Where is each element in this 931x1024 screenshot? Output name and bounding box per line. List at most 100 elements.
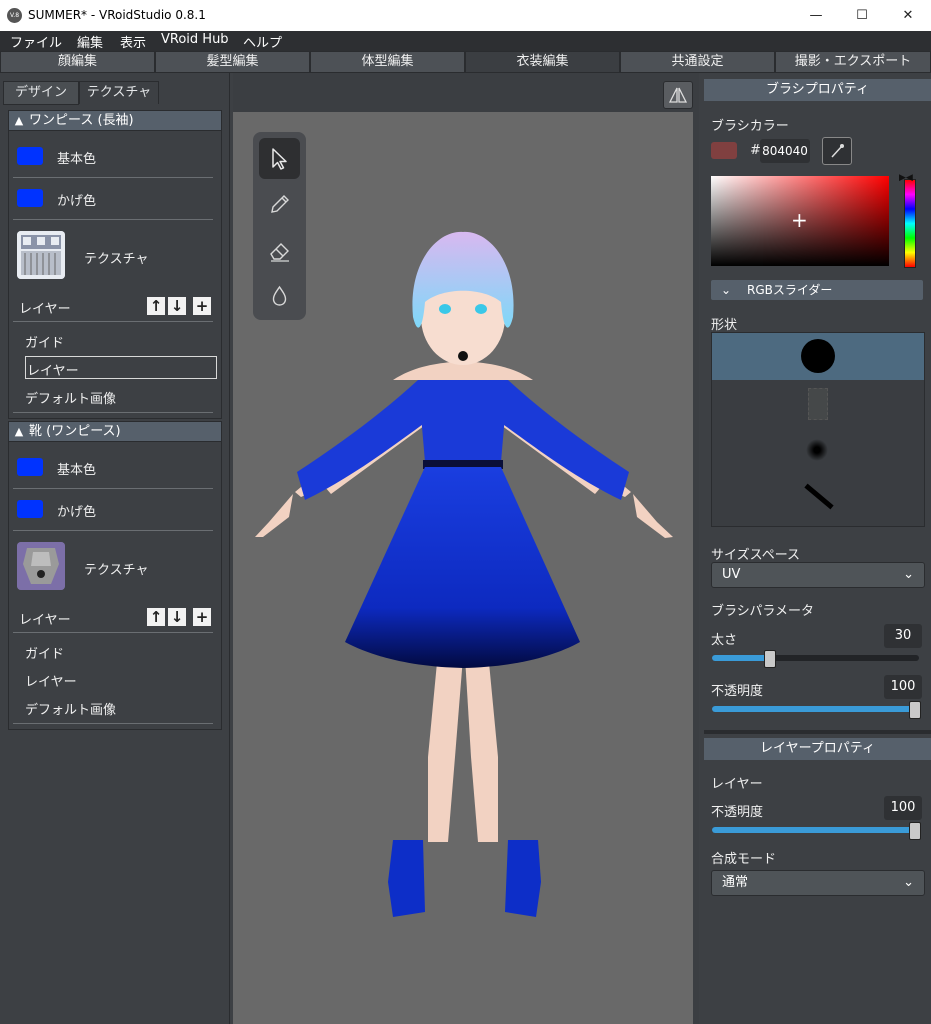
base-color-swatch[interactable]	[17, 147, 43, 165]
blend-mode-value: 通常	[722, 875, 749, 890]
rgb-slider-toggle[interactable]: ⌄ RGBスライダー	[711, 280, 923, 300]
shade-color-swatch[interactable]	[17, 189, 43, 207]
thickness-label: 太さ	[711, 633, 738, 648]
section-title: 靴 (ワンピース)	[29, 424, 121, 439]
3d-viewport[interactable]	[233, 112, 693, 1024]
section-shoes: ▲ 靴 (ワンピース) 基本色 かげ色 テクスチャ レイヤー ↑ ↓ + ガイド …	[8, 421, 222, 730]
subtab-design[interactable]: デザイン	[3, 81, 79, 105]
opacity-slider[interactable]	[712, 701, 921, 719]
layer-label: レイヤー	[19, 302, 71, 317]
section-header[interactable]: ▲ 靴 (ワンピース)	[9, 422, 221, 442]
window-title: SUMMER* - VRoidStudio 0.8.1	[28, 8, 206, 22]
divider	[13, 177, 213, 178]
slider-knob[interactable]	[909, 822, 921, 840]
base-color-swatch[interactable]	[17, 458, 43, 476]
layer-opacity-slider[interactable]	[712, 822, 921, 840]
menu-view[interactable]: 表示	[120, 32, 146, 51]
menu-edit[interactable]: 編集	[77, 32, 103, 51]
arrow-up-icon[interactable]: ↑	[147, 297, 165, 315]
round-brush-icon	[801, 339, 835, 373]
left-panel: デザイン テクスチャ ▲ ワンピース (長袖) 基本色 かげ色 テクスチャ レイヤ…	[0, 73, 230, 1024]
tab-common[interactable]: 共通設定	[621, 52, 774, 72]
brush-color-label: ブラシカラー	[711, 119, 789, 134]
mirror-toggle-button[interactable]	[663, 81, 693, 109]
tab-hair[interactable]: 髪型編集	[156, 52, 309, 72]
section-onepiece: ▲ ワンピース (長袖) 基本色 かげ色 テクスチャ レイヤー ↑ ↓ + ガイド…	[8, 110, 222, 419]
brush-shape-flat[interactable]	[712, 474, 924, 521]
blend-mode-label: 合成モード	[711, 852, 777, 867]
collapse-icon[interactable]: ▲	[9, 111, 29, 130]
hue-marker-icon: ▶◀	[899, 173, 913, 183]
menu-help[interactable]: ヘルプ	[243, 32, 282, 51]
divider	[13, 219, 213, 220]
brush-shape-soft[interactable]	[712, 427, 924, 474]
base-color-label: 基本色	[57, 463, 97, 478]
divider	[13, 723, 213, 724]
section-title: ワンピース (長袖)	[29, 113, 134, 128]
brush-properties-header: ブラシプロパティ	[704, 79, 931, 101]
brush-color-swatch[interactable]	[711, 142, 737, 159]
layer-opacity-label: 不透明度	[711, 805, 764, 820]
tab-face[interactable]: 顔編集	[1, 52, 154, 72]
menu-bar: ファイル 編集 表示 VRoid Hub ヘルプ	[0, 31, 931, 51]
slider-fill	[712, 827, 919, 833]
thickness-slider[interactable]	[712, 650, 919, 668]
color-picker-area[interactable]: +	[711, 176, 889, 266]
tab-body[interactable]: 体型編集	[311, 52, 464, 72]
eyedropper-button[interactable]	[822, 137, 852, 165]
layer-label: レイヤー	[711, 777, 763, 792]
section-header[interactable]: ▲ ワンピース (長袖)	[9, 111, 221, 131]
picker-cursor-icon: +	[791, 208, 808, 232]
mirror-icon	[668, 87, 688, 103]
maximize-button[interactable]: ☐	[839, 0, 885, 31]
menu-file[interactable]: ファイル	[10, 32, 62, 51]
size-space-value: UV	[722, 567, 741, 582]
brush-shape-round-selected[interactable]	[712, 333, 924, 380]
texture-thumbnail[interactable]	[17, 542, 65, 590]
layer-opacity-input[interactable]: 100	[884, 796, 922, 820]
divider	[13, 632, 213, 633]
arrow-up-icon[interactable]: ↑	[147, 608, 165, 626]
thickness-input[interactable]: 30	[884, 624, 922, 648]
canvas-area	[233, 73, 699, 1024]
hue-slider[interactable]	[904, 179, 916, 268]
arrow-down-icon[interactable]: ↓	[168, 608, 186, 626]
divider	[13, 488, 213, 489]
hex-input[interactable]: 804040	[760, 139, 810, 163]
panel-divider	[704, 730, 931, 734]
layer-properties-header: レイヤープロパティ	[704, 738, 931, 760]
shade-color-swatch[interactable]	[17, 500, 43, 518]
layer-item-layer[interactable]: レイヤー	[27, 360, 79, 379]
collapse-icon[interactable]: ▲	[9, 422, 29, 441]
brush-params-label: ブラシパラメータ	[711, 604, 814, 619]
layer-item-default[interactable]: デフォルト画像	[25, 388, 116, 407]
layer-item-guide[interactable]: ガイド	[25, 643, 64, 662]
size-space-dropdown[interactable]: UV ⌄	[711, 562, 925, 588]
texture-thumbnail[interactable]	[17, 231, 65, 279]
tab-outfit[interactable]: 衣装編集	[466, 52, 619, 72]
slider-knob[interactable]	[909, 701, 921, 719]
subtab-texture[interactable]: テクスチャ	[79, 81, 159, 104]
title-bar: V.8 SUMMER* - VRoidStudio 0.8.1 — ☐ ✕	[0, 0, 931, 31]
layer-item-guide[interactable]: ガイド	[25, 332, 64, 351]
minimize-button[interactable]: —	[793, 0, 839, 31]
divider	[13, 412, 213, 413]
blend-mode-dropdown[interactable]: 通常 ⌄	[711, 870, 925, 896]
shape-label: 形状	[711, 318, 738, 333]
slider-knob[interactable]	[764, 650, 777, 668]
layer-label: レイヤー	[19, 613, 71, 628]
arrow-down-icon[interactable]: ↓	[168, 297, 186, 315]
add-layer-button[interactable]: +	[193, 608, 211, 626]
base-color-label: 基本色	[57, 152, 97, 167]
shade-color-label: かげ色	[57, 505, 97, 520]
texture-label: テクスチャ	[84, 563, 149, 578]
brush-shape-texture[interactable]	[712, 380, 924, 427]
close-button[interactable]: ✕	[885, 0, 931, 31]
add-layer-button[interactable]: +	[193, 297, 211, 315]
layer-item-layer[interactable]: レイヤー	[25, 671, 77, 690]
opacity-input[interactable]: 100	[884, 675, 922, 699]
tab-export[interactable]: 撮影・エクスポート	[776, 52, 930, 72]
layer-item-default[interactable]: デフォルト画像	[25, 699, 116, 718]
texture-brush-icon	[808, 388, 828, 420]
menu-vroid-hub[interactable]: VRoid Hub	[161, 32, 229, 47]
